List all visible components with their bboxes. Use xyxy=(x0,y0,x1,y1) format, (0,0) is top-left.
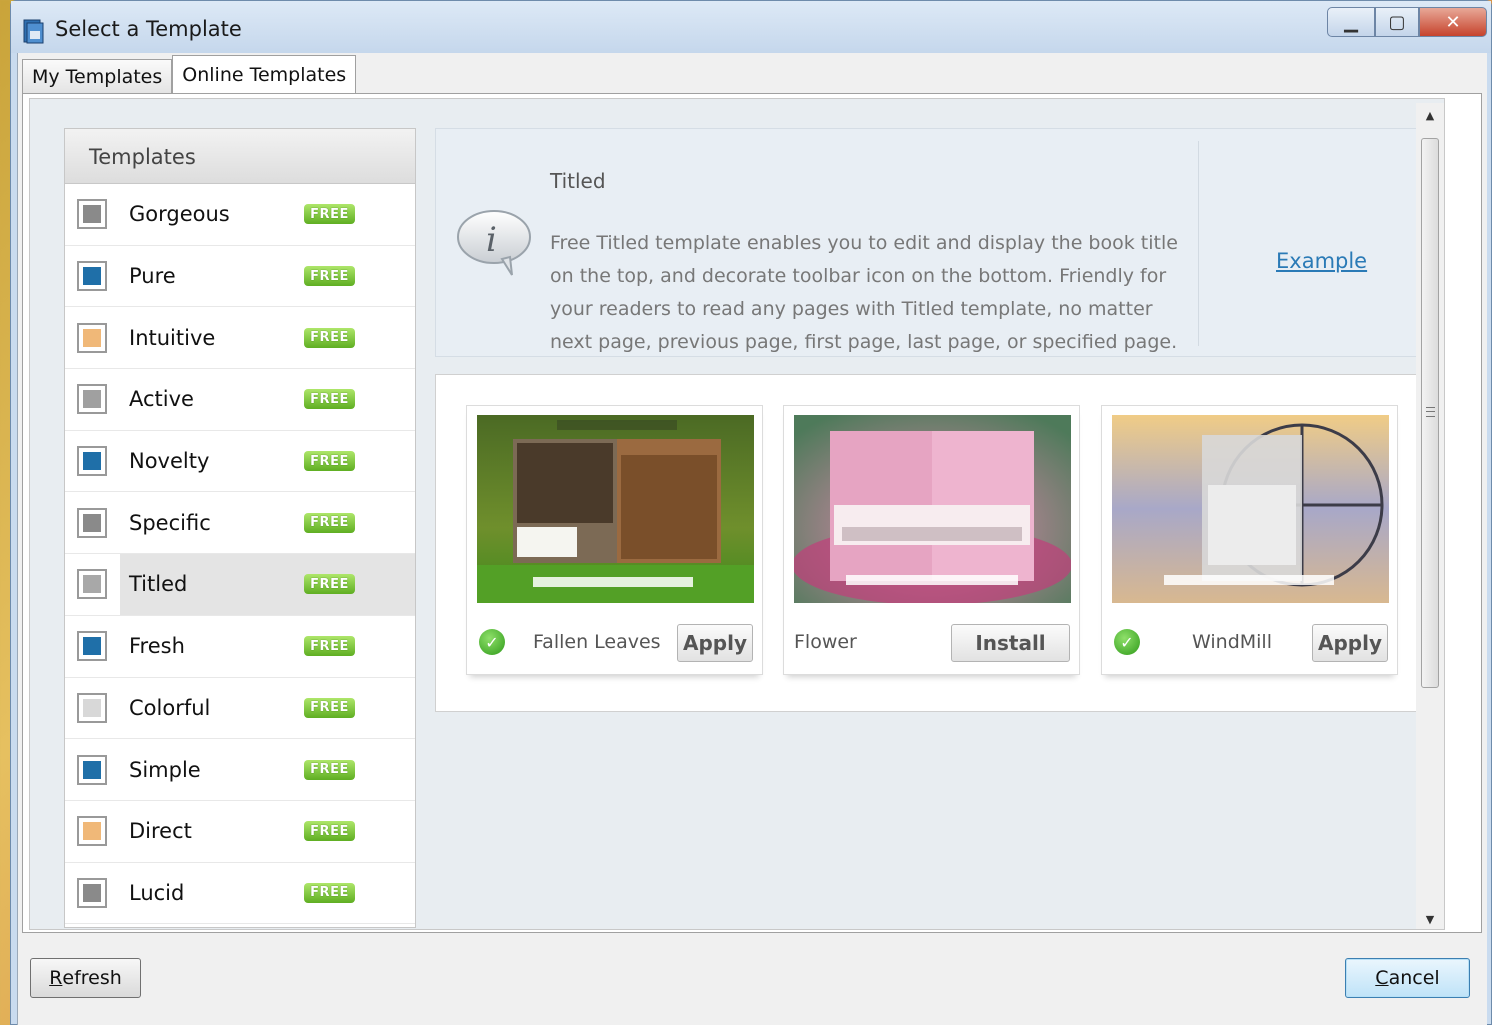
template-item-label: Simple xyxy=(129,757,201,782)
template-info-panel: i Titled Free Titled template enables yo… xyxy=(435,128,1429,357)
templates-list-header: Templates xyxy=(65,129,415,184)
template-item-fresh[interactable]: Fresh FREE xyxy=(65,616,415,678)
window-title: Select a Template xyxy=(55,17,242,41)
template-card: Flower Install xyxy=(783,405,1080,675)
template-item-label: Active xyxy=(129,387,194,412)
template-item-specific[interactable]: Specific FREE xyxy=(65,492,415,555)
online-templates-panel: Templates Gorgeous FREE Pure FREE Intuitive F… xyxy=(22,93,1482,933)
install-button[interactable]: Install xyxy=(951,624,1070,662)
template-title: Titled xyxy=(550,169,606,193)
template-gray-icon xyxy=(77,199,107,230)
scroll-content: Templates Gorgeous FREE Pure FREE Intuitive F… xyxy=(29,98,1445,930)
info-speech-bubble-icon: i xyxy=(457,210,531,276)
free-badge: FREE xyxy=(304,389,355,410)
template-previews: ✓ Fallen Leaves Apply Flower Install ✓ W… xyxy=(435,374,1429,712)
templates-list: Templates Gorgeous FREE Pure FREE Intuitive F… xyxy=(64,128,416,928)
svg-text:i: i xyxy=(486,220,497,260)
template-item-label: Colorful xyxy=(129,695,211,720)
card-name: Fallen Leaves xyxy=(533,631,661,653)
installed-check-icon: ✓ xyxy=(1114,629,1140,655)
example-link[interactable]: Example xyxy=(1276,249,1367,273)
template-item-colorful[interactable]: Colorful FREE xyxy=(65,678,415,740)
refresh-button[interactable]: Refresh xyxy=(30,958,141,998)
template-item-active[interactable]: Active FREE xyxy=(65,369,415,431)
cancel-mnemonic: C xyxy=(1375,967,1389,989)
grip-icon xyxy=(1426,407,1435,417)
free-badge: FREE xyxy=(304,759,355,780)
installed-check-icon: ✓ xyxy=(479,629,505,655)
template-item-simple[interactable]: Simple FREE xyxy=(65,739,415,801)
template-item-direct[interactable]: Direct FREE xyxy=(65,801,415,863)
template-blue-icon xyxy=(77,261,107,292)
tab-online-templates[interactable]: Online Templates xyxy=(172,55,357,93)
windmill-preview-image[interactable] xyxy=(1112,415,1389,603)
free-badge: FREE xyxy=(304,204,355,225)
template-item-label: Lucid xyxy=(129,880,185,905)
template-orange-icon xyxy=(77,322,107,353)
template-item-label: Titled xyxy=(129,572,188,597)
apply-button[interactable]: Apply xyxy=(677,624,753,662)
template-item-label: Specific xyxy=(129,510,211,535)
title-bar[interactable]: Select a Template ▁ ▢ ✕ xyxy=(11,1,1491,53)
close-button[interactable]: ✕ xyxy=(1419,7,1487,37)
free-badge: FREE xyxy=(304,451,355,472)
refresh-mnemonic: R xyxy=(49,967,63,989)
card-name: WindMill xyxy=(1192,631,1272,653)
template-item-label: Gorgeous xyxy=(129,202,230,227)
template-item-titled[interactable]: Titled FREE xyxy=(65,554,415,616)
flower-preview-image[interactable] xyxy=(794,415,1071,603)
vertical-scrollbar[interactable]: ▲ ▼ xyxy=(1416,103,1444,929)
free-badge: FREE xyxy=(304,574,355,595)
template-item-gorgeous[interactable]: Gorgeous FREE xyxy=(65,184,415,246)
template-card: ✓ Fallen Leaves Apply xyxy=(466,405,763,675)
template-blue-icon xyxy=(77,446,107,477)
tab-strip: My Templates Online Templates xyxy=(22,55,357,93)
info-divider xyxy=(1198,141,1199,346)
restore-icon: ▢ xyxy=(1388,11,1406,33)
dialog-client-area: My Templates Online Templates Templates … xyxy=(17,53,1487,1025)
template-description: Free Titled template enables you to edit… xyxy=(550,232,1178,353)
template-light-icon xyxy=(77,692,107,723)
free-badge: FREE xyxy=(304,636,355,657)
free-badge: FREE xyxy=(304,512,355,533)
free-badge: FREE xyxy=(304,327,355,348)
close-icon: ✕ xyxy=(1445,11,1461,33)
template-item-pure[interactable]: Pure FREE xyxy=(65,246,415,308)
tab-my-templates[interactable]: My Templates xyxy=(22,59,173,93)
free-badge: FREE xyxy=(304,882,355,903)
template-gray-icon xyxy=(77,569,107,600)
maximize-button[interactable]: ▢ xyxy=(1375,7,1419,37)
scrollbar-thumb[interactable] xyxy=(1421,138,1439,688)
template-orange-icon xyxy=(77,816,107,847)
scroll-up-icon[interactable]: ▲ xyxy=(1416,103,1444,127)
cancel-button[interactable]: Cancel xyxy=(1345,958,1470,998)
app-book-icon xyxy=(23,19,44,44)
template-gray-icon xyxy=(77,877,107,908)
template-blue-icon xyxy=(77,631,107,662)
free-badge: FREE xyxy=(304,821,355,842)
card-name: Flower xyxy=(794,631,857,653)
free-badge: FREE xyxy=(304,266,355,287)
template-item-novelty[interactable]: Novelty FREE xyxy=(65,431,415,493)
minimize-icon: ▁ xyxy=(1344,11,1358,33)
template-item-label: Pure xyxy=(129,264,176,289)
template-item-label: Novelty xyxy=(129,449,210,474)
template-dialog-window: Select a Template ▁ ▢ ✕ My Templates Onl… xyxy=(10,0,1492,1025)
template-gray-icon xyxy=(77,507,107,538)
fallen-leaves-preview-image[interactable] xyxy=(477,415,754,603)
minimize-button[interactable]: ▁ xyxy=(1327,7,1375,37)
scroll-down-icon[interactable]: ▼ xyxy=(1416,907,1444,929)
apply-button[interactable]: Apply xyxy=(1312,624,1388,662)
free-badge: FREE xyxy=(304,697,355,718)
template-item-label: Direct xyxy=(129,819,192,844)
template-item-label: Fresh xyxy=(129,634,185,659)
refresh-label: efresh xyxy=(62,967,122,989)
template-card: ✓ WindMill Apply xyxy=(1101,405,1398,675)
template-gray-icon xyxy=(77,384,107,415)
template-blue-icon xyxy=(77,754,107,785)
template-item-lucid[interactable]: Lucid FREE xyxy=(65,863,415,925)
template-item-intuitive[interactable]: Intuitive FREE xyxy=(65,307,415,370)
cancel-label: ancel xyxy=(1388,967,1440,989)
template-item-label: Intuitive xyxy=(129,325,216,350)
